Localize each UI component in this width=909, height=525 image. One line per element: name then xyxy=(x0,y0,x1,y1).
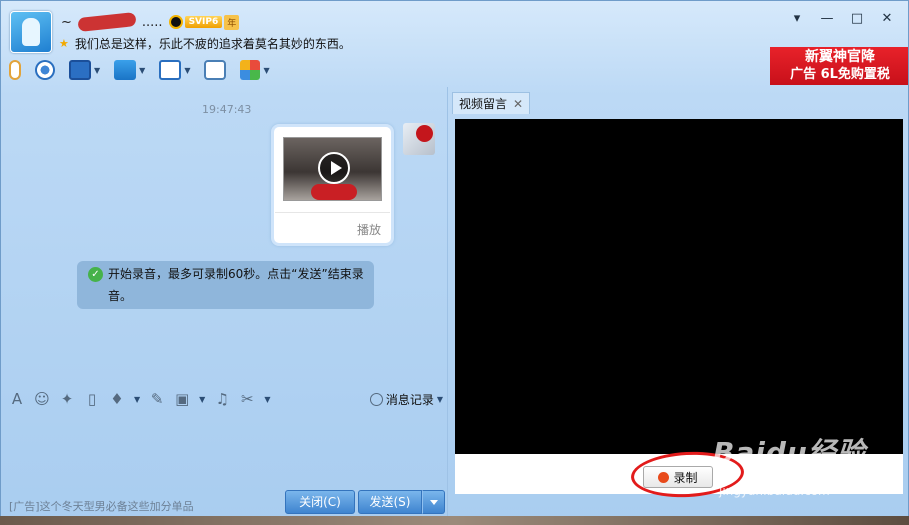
friend-avatar[interactable] xyxy=(403,123,435,155)
send-file-button[interactable]: ▼ xyxy=(114,60,145,80)
microphone-icon[interactable]: ♦ xyxy=(109,390,125,408)
apps-icon xyxy=(240,60,261,80)
edit-icon[interactable]: ✎ xyxy=(149,390,165,408)
tab-close-icon[interactable]: ✕ xyxy=(513,97,523,111)
video-preview xyxy=(455,119,903,454)
chevron-down-icon[interactable]: ▼ xyxy=(184,66,190,75)
clock-icon xyxy=(369,392,383,406)
scissors-icon[interactable]: ✂ xyxy=(239,390,255,408)
penguin-icon xyxy=(168,15,183,29)
vip-level: SVIP6 xyxy=(184,16,223,28)
video-call-button[interactable] xyxy=(35,60,55,80)
vip-year: 年 xyxy=(224,14,240,30)
chevron-down-icon[interactable]: ▼ xyxy=(199,395,205,404)
video-thumbnail[interactable] xyxy=(283,137,382,201)
chevron-down-icon[interactable]: ▼ xyxy=(94,66,100,75)
maximize-icon[interactable]: □ xyxy=(850,11,864,26)
music-icon[interactable]: ♫ xyxy=(214,390,230,408)
minimize-icon[interactable]: — xyxy=(820,11,834,26)
signature-text: 我们总是这样，乐此不疲的追求着莫名其妙的东西。 xyxy=(74,37,351,51)
input-toolbar: A ☺ ✦ ▯ ♦ ▼ ✎ ▣ ▼ ♫ ✂ ▼ 消息记录 ▼ xyxy=(9,389,445,409)
folder-icon xyxy=(114,60,137,80)
message-timestamp: 19:47:43 xyxy=(202,103,252,116)
camera-icon xyxy=(35,60,55,80)
chevron-down-icon[interactable]: ▼ xyxy=(134,395,140,404)
emoji-icon[interactable]: ☺ xyxy=(34,390,50,408)
vip-badge[interactable]: SVIP6 年 xyxy=(168,14,240,30)
play-link[interactable]: 播放 xyxy=(357,221,381,238)
message-history-button[interactable]: 消息记录 ▼ xyxy=(369,391,443,408)
system-notice: ✓ 开始录音，最多可录制60秒。点击“发送”结束录音。 xyxy=(77,261,374,309)
chevron-down-icon[interactable]: ▼ xyxy=(264,395,270,404)
footer-ad-link[interactable]: [广告]这个冬天型男必备这些加分单品 xyxy=(9,498,194,514)
star-icon: ★ xyxy=(59,37,69,50)
redacted-name xyxy=(77,12,137,32)
message-add-icon xyxy=(204,60,227,80)
window-controls: ▾ — □ ✕ xyxy=(790,11,894,26)
chevron-down-icon[interactable]: ▼ xyxy=(263,66,269,75)
close-icon[interactable]: ✕ xyxy=(880,11,894,26)
video-message-bubble[interactable]: 播放 xyxy=(271,124,394,246)
chevron-down-icon: ▼ xyxy=(436,394,443,404)
message-history[interactable]: 19:47:43 播放 ✓ 开始录音，最多可录制60秒。点击“发送”结束录音。 xyxy=(3,89,445,385)
ad-banner[interactable]: 新翼神官降 广告 6L免购置税 xyxy=(770,47,908,85)
close-button[interactable]: 关闭(C) xyxy=(285,490,355,514)
name-prefix: ~ xyxy=(61,14,72,30)
apps-button[interactable]: ▼ xyxy=(240,60,270,80)
shake-icon[interactable]: ▯ xyxy=(84,390,100,408)
ad-banner-line2: 广告 6L免购置税 xyxy=(790,67,890,82)
pane-divider[interactable] xyxy=(447,87,448,517)
contact-name-line: ~ ..... SVIP6 年 xyxy=(61,12,240,32)
microphone-icon xyxy=(9,60,21,80)
tab-video-message[interactable]: 视频留言 ✕ xyxy=(452,92,531,114)
font-icon[interactable]: A xyxy=(9,390,25,408)
user-avatar[interactable] xyxy=(10,11,52,53)
play-icon[interactable] xyxy=(318,152,350,184)
send-options-button[interactable] xyxy=(422,490,445,514)
voice-call-button[interactable] xyxy=(9,60,21,80)
tab-label: 视频留言 xyxy=(459,97,508,111)
monitor-icon xyxy=(159,60,182,80)
baidu-watermark: Baidu经验 xyxy=(713,436,866,469)
signature-line: ★ 我们总是这样，乐此不疲的追求着莫名其妙的东西。 xyxy=(59,35,351,52)
remote-desktop-button[interactable]: ▼ xyxy=(69,60,100,80)
check-icon: ✓ xyxy=(88,267,103,282)
screen-icon xyxy=(69,60,91,80)
history-label: 消息记录 xyxy=(385,392,434,407)
redacted-area xyxy=(311,184,357,200)
notice-text: 开始录音，最多可录制60秒。点击“发送”结束录音。 xyxy=(108,267,364,303)
chevron-down-icon[interactable]: ▼ xyxy=(139,66,145,75)
message-input[interactable] xyxy=(3,411,445,488)
desktop-background-strip xyxy=(0,516,909,525)
ad-banner-line1: 新翼神官降 xyxy=(805,49,875,65)
share-screen-button[interactable]: ▼ xyxy=(159,60,190,80)
send-button[interactable]: 发送(S) xyxy=(358,490,422,514)
magic-icon[interactable]: ✦ xyxy=(59,390,75,408)
create-discussion-button[interactable] xyxy=(204,60,227,80)
top-toolbar: ▼ ▼ ▼ ▼ xyxy=(9,58,270,82)
chat-window: ~ ..... SVIP6 年 ★ 我们总是这样，乐此不疲的追求着莫名其妙的东西… xyxy=(0,0,909,525)
bubble-divider xyxy=(275,212,390,213)
image-icon[interactable]: ▣ xyxy=(174,390,190,408)
dropdown-icon[interactable]: ▾ xyxy=(790,11,804,26)
name-suffix: ..... xyxy=(141,14,163,30)
watermark-url: jingyan.baidu.com xyxy=(719,484,830,498)
